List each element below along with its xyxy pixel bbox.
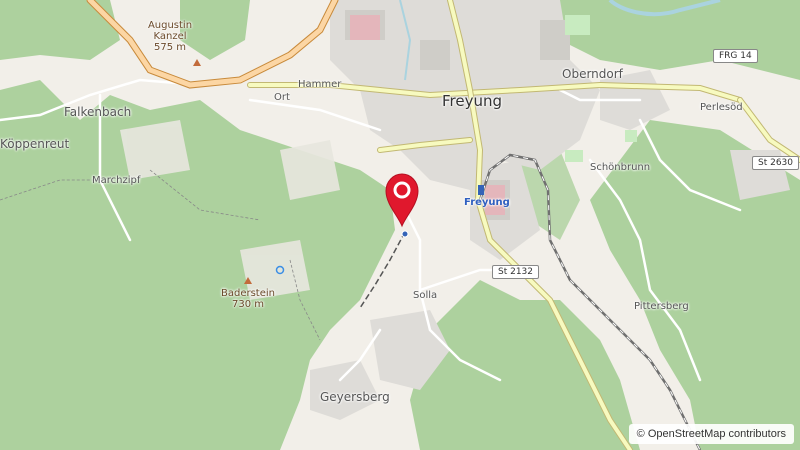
station-label-freyung: Freyung <box>464 197 510 208</box>
peak-label-augustin-kanzel: Augustin Kanzel 575 m <box>140 20 200 53</box>
place-label-pittersberg: Pittersberg <box>634 301 689 312</box>
place-label-freyung: Freyung <box>442 92 503 110</box>
place-label-falkenbach: Falkenbach <box>64 105 132 119</box>
place-label-oberndorf: Oberndorf <box>562 67 623 81</box>
peak-elevation-augustin: 575 m <box>153 42 186 53</box>
map-canvas[interactable]: Freyung Oberndorf Falkenbach Köppenreut … <box>0 0 800 450</box>
road-shield-st2630: St 2630 <box>752 156 800 170</box>
place-label-koppenreut: Köppenreut <box>0 137 70 151</box>
place-label-marchzipf: Marchzipf <box>92 175 141 186</box>
place-label-geyersberg: Geyersberg <box>320 390 390 404</box>
peak-elevation-baderstein: 730 m <box>231 299 264 310</box>
place-label-solla: Solla <box>413 290 438 301</box>
road-shield-frg14: FRG 14 <box>713 49 758 63</box>
place-label-ort: Ort <box>274 92 290 103</box>
peak-name-kanzel: Kanzel <box>153 31 187 42</box>
place-label-hammer: Hammer <box>298 79 342 90</box>
peak-label-baderstein: Baderstein 730 m <box>214 288 282 310</box>
location-pin-icon[interactable] <box>384 172 420 228</box>
peak-name-baderstein: Baderstein <box>221 288 275 299</box>
peak-name-augustin: Augustin <box>147 20 193 31</box>
attribution-link[interactable]: © OpenStreetMap contributors <box>628 424 794 444</box>
road-shield-st2132: St 2132 <box>492 265 540 279</box>
place-label-perlesod: Perlesöd <box>700 102 743 113</box>
place-label-schonbrunn: Schönbrunn <box>590 162 651 173</box>
